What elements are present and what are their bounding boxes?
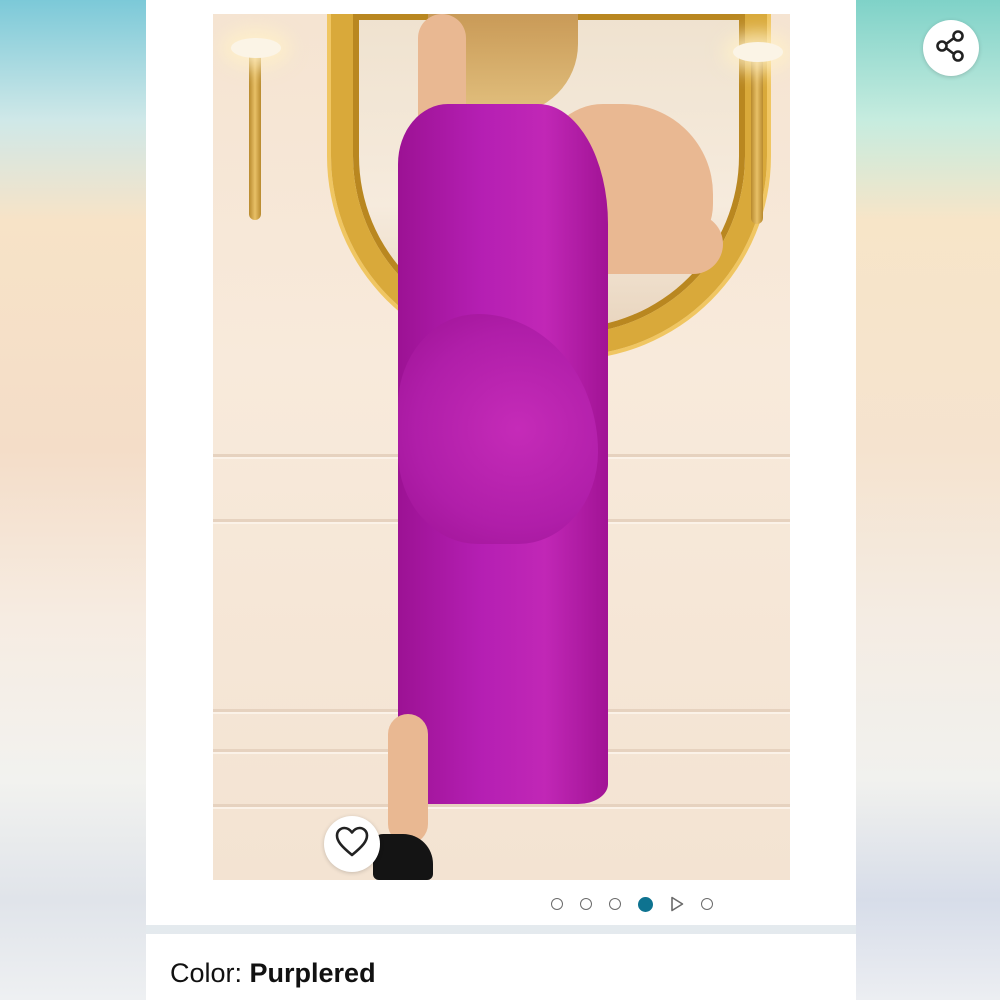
background-blur-left: [0, 0, 146, 1000]
color-label: Color:: [170, 958, 250, 988]
color-variation-section: Color: Purplered: [146, 934, 856, 1000]
product-image-card: [146, 0, 979, 925]
shoe: [373, 834, 433, 880]
wall-sconce-left: [221, 20, 291, 230]
pager-dot-2[interactable]: [580, 898, 592, 910]
pager-dot-1[interactable]: [551, 898, 563, 910]
heart-icon: [335, 826, 369, 863]
pager-dot-4-active[interactable]: [638, 896, 653, 912]
share-icon: [933, 28, 969, 69]
product-photo[interactable]: [213, 14, 790, 880]
background-blur-right: [856, 0, 1000, 1000]
pager-dot-6[interactable]: [701, 898, 713, 910]
pager-dot-3[interactable]: [609, 898, 621, 910]
wishlist-button[interactable]: [324, 816, 380, 872]
leg: [388, 714, 428, 844]
carousel-pager: [551, 893, 713, 915]
color-value: Purplered: [249, 958, 376, 988]
share-button[interactable]: [923, 20, 979, 76]
color-variation-text: Color: Purplered: [170, 958, 376, 989]
pager-video-play-icon[interactable]: [670, 896, 684, 912]
wall-sconce-right: [723, 24, 790, 234]
